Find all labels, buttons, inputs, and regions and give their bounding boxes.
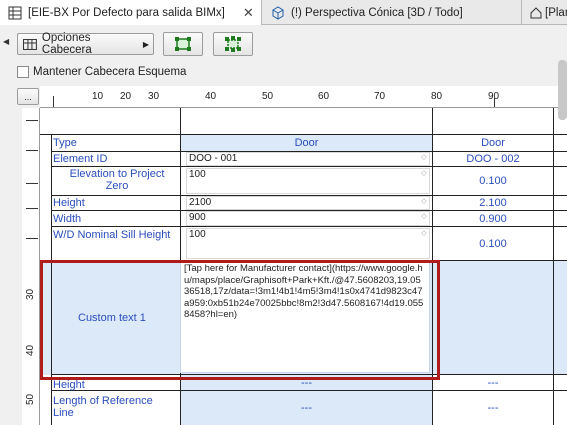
reference-line-value: --- <box>487 402 499 414</box>
tab-perspective[interactable]: (!) Perspectiva Cónica [3D / Todo] <box>263 0 522 25</box>
elevation-value: 0.100 <box>479 175 507 187</box>
ruler-number: 20 <box>120 91 132 102</box>
row-label: W/D Nominal Sill Height <box>53 229 171 241</box>
spinner-icon[interactable]: ◇ <box>420 170 428 178</box>
sill-height-value: 0.100 <box>479 237 507 250</box>
spinner-icon[interactable]: ◇ <box>420 230 428 238</box>
row-label: Height <box>53 197 85 209</box>
row-label: Width <box>53 213 82 225</box>
ruler-tick <box>53 96 54 107</box>
frame-green-icon <box>175 37 191 51</box>
tab-schedule[interactable]: [EIE-BX Por Defecto para salida BIMx] ✕ <box>0 0 262 25</box>
spinner-icon[interactable]: ◇ <box>420 198 428 206</box>
element-id-value: DOO - 002 <box>466 153 520 165</box>
3d-view-icon <box>272 5 284 20</box>
ruler-options-button[interactable]: ... <box>17 88 39 105</box>
ruler-number: 70 <box>374 91 386 102</box>
collapse-arrow-icon[interactable]: ◀ <box>3 37 9 46</box>
row-label: Height <box>53 379 85 391</box>
tab-label: [EIE-BX Por Defecto para salida BIMx] <box>28 6 225 19</box>
column-header-door[interactable]: Door <box>181 135 432 151</box>
tab-bar: [EIE-BX Por Defecto para salida BIMx] ✕ … <box>0 0 567 25</box>
ruler-tick <box>26 208 38 209</box>
keep-header-option[interactable]: Mantener Cabecera Esquema <box>17 64 186 80</box>
field-value: 900 <box>189 212 206 223</box>
spinner-icon[interactable]: ◇ <box>420 213 428 221</box>
ruler-number: 40 <box>205 91 217 102</box>
ruler-tick <box>494 98 495 107</box>
ruler-tick <box>26 238 38 239</box>
header-table-icon <box>23 38 37 50</box>
field-value: 100 <box>189 169 206 180</box>
header-options-button[interactable]: Opciones Cabecera ▶ <box>17 32 154 56</box>
sill-height-field[interactable]: 100 ◇ <box>186 228 430 259</box>
table-icon <box>8 6 22 19</box>
ruler-tick <box>26 150 38 151</box>
horizontal-ruler: 10 20 30 40 50 60 70 80 90 <box>40 86 567 108</box>
frame-all-button[interactable] <box>213 32 253 56</box>
tab-floor-plan[interactable]: [Planta <box>523 0 567 25</box>
vertical-scrollbar[interactable] <box>558 60 567 120</box>
ruler-number: 30 <box>148 91 160 102</box>
highlight-frame <box>40 260 440 380</box>
element-id-field[interactable]: DOO - 001 ◇ <box>186 152 430 166</box>
keep-header-checkbox[interactable] <box>17 66 29 78</box>
vertical-ruler: 30 40 50 <box>22 108 40 425</box>
frame-select-button[interactable] <box>163 32 203 56</box>
close-icon[interactable]: ✕ <box>243 5 254 21</box>
ruler-tick <box>26 120 38 121</box>
frame-handles-icon <box>225 36 241 52</box>
field-value: 2100 <box>189 197 212 208</box>
header-options-label: Opciones Cabecera <box>41 32 92 56</box>
elevation-field[interactable]: 100 ◇ <box>186 168 430 194</box>
row-label: Element ID <box>53 153 108 165</box>
ruler-number: 40 <box>25 344 36 356</box>
ruler-number: 80 <box>431 91 443 102</box>
column-header-door-2[interactable]: Door <box>433 135 553 151</box>
spinner-icon[interactable]: ◇ <box>420 154 428 162</box>
width-value: 0.900 <box>479 212 507 225</box>
ruler-number: 50 <box>25 393 36 405</box>
ruler-number: 30 <box>25 288 36 300</box>
chevron-right-icon: ▶ <box>142 39 149 49</box>
height-value: 2.100 <box>479 197 507 209</box>
tab-label: [Planta <box>545 6 567 19</box>
ruler-number: 60 <box>318 91 330 102</box>
tab-label: (!) Perspectiva Cónica [3D / Todo] <box>291 6 463 19</box>
row-label: Elevation to Project Zero <box>69 168 165 192</box>
floor-plan-icon <box>530 6 542 18</box>
reference-line-value: --- <box>301 402 312 414</box>
height-field[interactable]: 2100 ◇ <box>186 196 430 210</box>
keep-header-label: Mantener Cabecera Esquema <box>33 66 187 78</box>
field-value: DOO - 001 <box>189 153 238 164</box>
field-value: 100 <box>189 229 206 240</box>
column-divider <box>553 108 554 425</box>
ruler-number: 10 <box>92 91 104 102</box>
height-value: --- <box>487 376 499 389</box>
row-label: Length of Reference Line <box>53 395 153 419</box>
ruler-number: 50 <box>262 91 274 102</box>
ruler-tick <box>26 183 38 184</box>
width-field[interactable]: 900 ◇ <box>186 211 430 226</box>
row-label: Type <box>53 137 77 149</box>
